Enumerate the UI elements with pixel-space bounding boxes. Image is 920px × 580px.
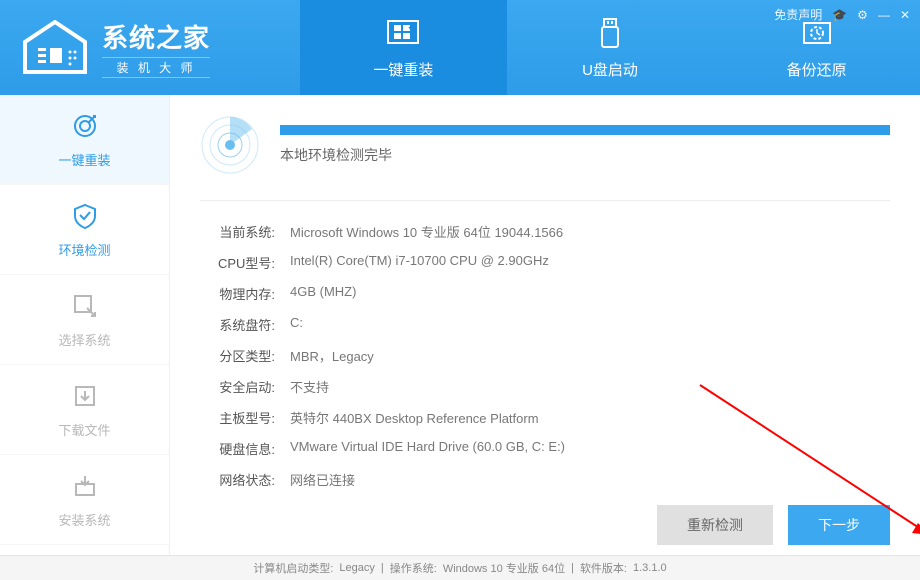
- info-row-partition: 分区类型:MBR，Legacy: [200, 340, 890, 371]
- app-subtitle: 装 机 大 师: [102, 57, 210, 78]
- select-icon: [69, 290, 101, 322]
- sidebar-item-env-check[interactable]: 环境检测: [0, 185, 169, 275]
- footer-os-label: 操作系统:: [390, 560, 437, 576]
- info-row-memory: 物理内存:4GB (MHZ): [200, 278, 890, 309]
- app-header: 系统之家 装 机 大 师 一键重装 U盘启动 备份还原 免责声明 🎓 ⚙: [0, 0, 920, 95]
- info-row-drive: 系统盘符:C:: [200, 309, 890, 340]
- progress-status-text: 本地环境检测完毕: [280, 145, 890, 165]
- footer-ver-label: 软件版本:: [580, 560, 627, 576]
- info-row-os: 当前系统:Microsoft Windows 10 专业版 64位 19044.…: [200, 216, 890, 247]
- windows-reinstall-icon: [384, 15, 422, 53]
- sidebar-item-download[interactable]: 下载文件: [0, 365, 169, 455]
- radar-icon: [200, 115, 260, 175]
- sidebar-item-select-system[interactable]: 选择系统: [0, 275, 169, 365]
- info-row-disk: 硬盘信息:VMware Virtual IDE Hard Drive (60.0…: [200, 433, 890, 464]
- usb-icon: [591, 15, 629, 53]
- info-row-cpu: CPU型号:Intel(R) Core(TM) i7-10700 CPU @ 2…: [200, 247, 890, 278]
- shield-check-icon: [69, 200, 101, 232]
- body-area: 一键重装 环境检测 选择系统 下载文件 安装系统: [0, 95, 920, 555]
- system-info-table: 当前系统:Microsoft Windows 10 专业版 64位 19044.…: [200, 200, 890, 495]
- progress-row: 本地环境检测完毕: [200, 115, 890, 175]
- footer-boot-label: 计算机启动类型:: [253, 560, 333, 576]
- close-icon[interactable]: ✕: [900, 8, 910, 22]
- sidebar: 一键重装 环境检测 选择系统 下载文件 安装系统: [0, 95, 170, 555]
- install-icon: [69, 470, 101, 502]
- footer-ver-value: 1.3.1.0: [633, 562, 667, 574]
- house-logo-icon: [20, 20, 90, 75]
- progress-bar: [280, 125, 890, 135]
- logo-area: 系统之家 装 机 大 师: [0, 18, 300, 78]
- action-buttons: 重新检测 下一步: [200, 505, 890, 545]
- status-bar: 计算机启动类型: Legacy | 操作系统: Windows 10 专业版 6…: [0, 555, 920, 580]
- minimize-icon[interactable]: —: [878, 8, 890, 22]
- info-row-network: 网络状态:网络已连接: [200, 464, 890, 495]
- sidebar-item-reinstall[interactable]: 一键重装: [0, 95, 169, 185]
- tab-usb-boot[interactable]: U盘启动: [507, 0, 714, 95]
- window-controls: 免责声明 🎓 ⚙ — ✕: [774, 6, 910, 23]
- disclaimer-link[interactable]: 免责声明: [774, 6, 822, 23]
- download-icon: [69, 380, 101, 412]
- settings-icon[interactable]: ⚙: [857, 8, 868, 22]
- recheck-button[interactable]: 重新检测: [657, 505, 773, 545]
- main-content: 本地环境检测完毕 当前系统:Microsoft Windows 10 专业版 6…: [170, 95, 920, 555]
- footer-os-value: Windows 10 专业版 64位: [443, 560, 565, 576]
- app-title: 系统之家: [102, 18, 210, 55]
- target-icon: [69, 110, 101, 142]
- next-button[interactable]: 下一步: [788, 505, 890, 545]
- info-row-secureboot: 安全启动:不支持: [200, 371, 890, 402]
- sidebar-item-install[interactable]: 安装系统: [0, 455, 169, 545]
- info-row-motherboard: 主板型号:英特尔 440BX Desktop Reference Platfor…: [200, 402, 890, 433]
- tab-reinstall[interactable]: 一键重装: [300, 0, 507, 95]
- graduation-icon[interactable]: 🎓: [832, 8, 847, 22]
- footer-boot-value: Legacy: [339, 562, 374, 574]
